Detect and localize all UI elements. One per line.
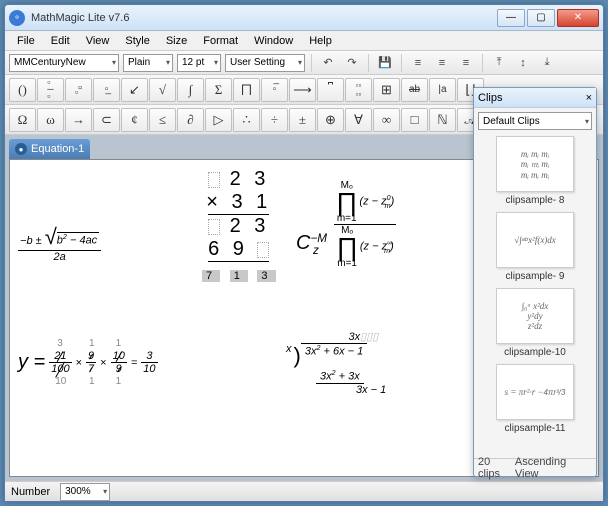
titlebar: ⚬ MathMagic Lite v7.6 — ▢ ✕ [5,5,603,31]
tpl-matrix[interactable]: ▫▫▫▫ [345,78,372,102]
sym-omega[interactable]: ω [37,108,64,132]
tpl-underover[interactable]: ▫̲ [93,78,120,102]
tpl-integral[interactable]: ∫ [177,78,204,102]
document-tab[interactable]: ● Equation-1 [9,139,90,159]
menu-size[interactable]: Size [158,33,195,49]
tpl-sqrt[interactable]: √ [149,78,176,102]
tpl-strike[interactable]: ab [401,78,428,102]
tpl-leftbar[interactable]: |a [429,78,456,102]
menu-format[interactable]: Format [195,33,246,49]
clips-close-icon[interactable]: × [586,92,592,104]
sym-oplus[interactable]: ⊕ [317,108,344,132]
clip-thumb: s = πr²·r − 4πr³/3 [496,364,574,420]
save-icon[interactable]: 💾 [375,53,395,73]
clip-item[interactable]: √∫ab x²f(x)dx clipsample- 9 [478,212,592,282]
sym-subset[interactable]: ⊂ [93,108,120,132]
minimize-button[interactable]: — [497,9,525,27]
tpl-box[interactable]: ⊞ [373,78,400,102]
tpl-overbrace[interactable]: ⎴ [317,78,344,102]
clips-set-select[interactable]: Default Clips [478,112,592,130]
app-title: MathMagic Lite v7.6 [31,12,497,24]
format-toolbar: MMCenturyNew Plain 12 pt User Setting ↶ … [5,51,603,75]
sym-pm[interactable]: ± [289,108,316,132]
tpl-fraction[interactable]: ▫─▫ [37,78,64,102]
menu-view[interactable]: View [78,33,118,49]
eq-coef: C−Mz [296,232,319,257]
clip-label: clipsample-11 [505,423,566,434]
clip-thumb: ∫₀ᵃ x²dxy²dyz²dz [496,288,574,344]
sym-forall[interactable]: ∀ [345,108,372,132]
clips-panel: Clips × Default Clips mᵢ mᵢ mᵢmᵢ 𝔪ᵢ mᵢmᵢ… [473,87,597,477]
variant-select[interactable]: Plain [123,54,173,72]
undo-icon[interactable]: ↶ [318,53,338,73]
clip-item[interactable]: ∫₀ᵃ x²dxy²dyz²dz clipsample-10 [478,288,592,358]
clip-thumb: mᵢ mᵢ mᵢmᵢ 𝔪ᵢ mᵢmᵢ mᵢ mᵢ [496,136,574,192]
document-tab-label: Equation-1 [31,143,84,155]
eq-prod-frac: Mₒ ∏ m=1 (z − z0m) Mₒ ∏ m=1 (z − z [334,180,396,269]
maximize-button[interactable]: ▢ [527,9,555,27]
sym-arrow[interactable]: → [65,108,92,132]
sym-Omega[interactable]: Ω [9,108,36,132]
tpl-bar[interactable]: ▫̅ [261,78,288,102]
align-left-icon[interactable]: ≡ [408,53,428,73]
tpl-subsup[interactable]: ▫▫ [65,78,92,102]
menu-edit[interactable]: Edit [43,33,78,49]
tpl-product[interactable]: ⨅ [233,78,260,102]
menu-file[interactable]: File [9,33,43,49]
valign-mid-icon[interactable]: ↕ [513,53,533,73]
eq-ybox: y = 3 21 100 10 × 1 9 7 1 × 1 10 [18,350,158,375]
menubar: File Edit View Style Size Format Window … [5,31,603,51]
clips-count: 20 clips [478,456,515,480]
menu-window[interactable]: Window [246,33,301,49]
clip-item[interactable]: mᵢ mᵢ mᵢmᵢ 𝔪ᵢ mᵢmᵢ mᵢ mᵢ clipsample- 8 [478,136,592,206]
redo-icon[interactable]: ↷ [342,53,362,73]
sym-cent[interactable]: ¢ [121,108,148,132]
sym-le[interactable]: ≤ [149,108,176,132]
sym-tri[interactable]: ▷ [205,108,232,132]
app-icon: ⚬ [9,10,25,26]
clip-label: clipsample-10 [504,347,566,358]
preset-select[interactable]: User Setting [225,54,305,72]
font-select[interactable]: MMCenturyNew [9,54,119,72]
tpl-arrow[interactable]: ↙ [121,78,148,102]
menu-help[interactable]: Help [301,33,340,49]
clip-label: clipsample- 8 [506,195,565,206]
size-select[interactable]: 12 pt [177,54,221,72]
valign-bot-icon[interactable]: ⤓ [537,53,557,73]
sym-infty[interactable]: ∞ [373,108,400,132]
sym-div[interactable]: ÷ [261,108,288,132]
zoom-select[interactable]: 300% [60,483,110,501]
valign-top-icon[interactable]: ⤒ [489,53,509,73]
align-right-icon[interactable]: ≡ [456,53,476,73]
eq-polylong: 3x▯▯▯ x ) 3x2 + 6x − 1 3x2 + 3x 3x − 1 [286,330,386,396]
statusbar: Number 300% [5,481,603,501]
menu-style[interactable]: Style [117,33,157,49]
align-center-icon[interactable]: ≡ [432,53,452,73]
sym-partial[interactable]: ∂ [177,108,204,132]
clips-title-label: Clips [478,92,502,104]
tpl-sum[interactable]: Σ [205,78,232,102]
sym-box[interactable]: □ [401,108,428,132]
sym-therefore[interactable]: ∴ [233,108,260,132]
clip-label: clipsample- 9 [506,271,565,282]
eq-longmult: 2 3 × 3 1 2 3 6 9 7 1 3 [202,168,276,285]
tpl-labelarrow[interactable]: ⟶ [289,78,316,102]
clip-thumb: √∫ab x²f(x)dx [496,212,574,268]
clip-item[interactable]: s = πr²·r − 4πr³/3 clipsample-11 [478,364,592,434]
clips-sort: Ascending View [515,456,592,480]
tpl-fence[interactable]: () [9,78,36,102]
status-mode: Number [11,486,50,498]
sym-bbN[interactable]: ℕ [429,108,456,132]
close-button[interactable]: ✕ [557,9,599,27]
eq-quadratic: −b ± √b2 − 4ac 2a [18,224,101,263]
